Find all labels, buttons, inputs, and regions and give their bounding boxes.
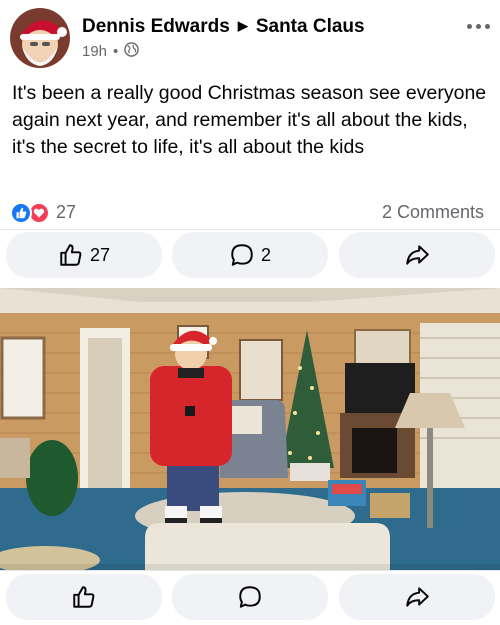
living-room-photo — [0, 288, 500, 570]
divider — [0, 229, 500, 230]
post-header: Dennis Edwards ▶ Santa Claus 19h • — [0, 0, 500, 70]
comment-button[interactable]: 2 — [172, 232, 328, 278]
reaction-count[interactable]: 27 — [56, 202, 76, 223]
post-time[interactable]: 19h — [82, 43, 107, 60]
comments-count[interactable]: 2 Comments — [382, 202, 484, 223]
reactions-summary: 27 2 Comments — [0, 197, 500, 229]
triangle-right-icon: ▶ — [237, 18, 248, 33]
author-line: Dennis Edwards ▶ Santa Claus — [82, 16, 365, 38]
meta-separator: • — [113, 43, 119, 60]
avatar[interactable] — [10, 8, 70, 68]
more-options-icon[interactable] — [464, 16, 492, 36]
post-text: It's been a really good Christmas season… — [12, 82, 487, 158]
reaction-icons[interactable] — [10, 202, 54, 224]
globe-icon — [124, 42, 140, 61]
like-icon — [10, 202, 32, 224]
like-button[interactable] — [6, 574, 162, 620]
like-icon — [58, 242, 84, 268]
comment-button[interactable] — [172, 574, 328, 620]
share-button[interactable] — [339, 574, 495, 620]
like-icon — [71, 584, 97, 610]
author-name[interactable]: Dennis Edwards — [82, 16, 230, 37]
post-meta: 19h • — [82, 42, 140, 61]
post-photo[interactable] — [0, 288, 500, 570]
comment-count: 2 — [260, 244, 271, 265]
share-button[interactable] — [339, 232, 495, 278]
action-bar-top: 27 2 — [0, 232, 500, 280]
action-bar-bottom — [0, 574, 500, 622]
comment-icon — [237, 584, 263, 610]
like-button[interactable]: 27 — [6, 232, 162, 278]
share-icon — [404, 242, 430, 268]
comment-icon — [229, 242, 255, 268]
like-count: 27 — [89, 244, 111, 265]
recipient-name[interactable]: Santa Claus — [256, 16, 365, 37]
divider — [0, 570, 500, 571]
share-icon — [404, 584, 430, 610]
